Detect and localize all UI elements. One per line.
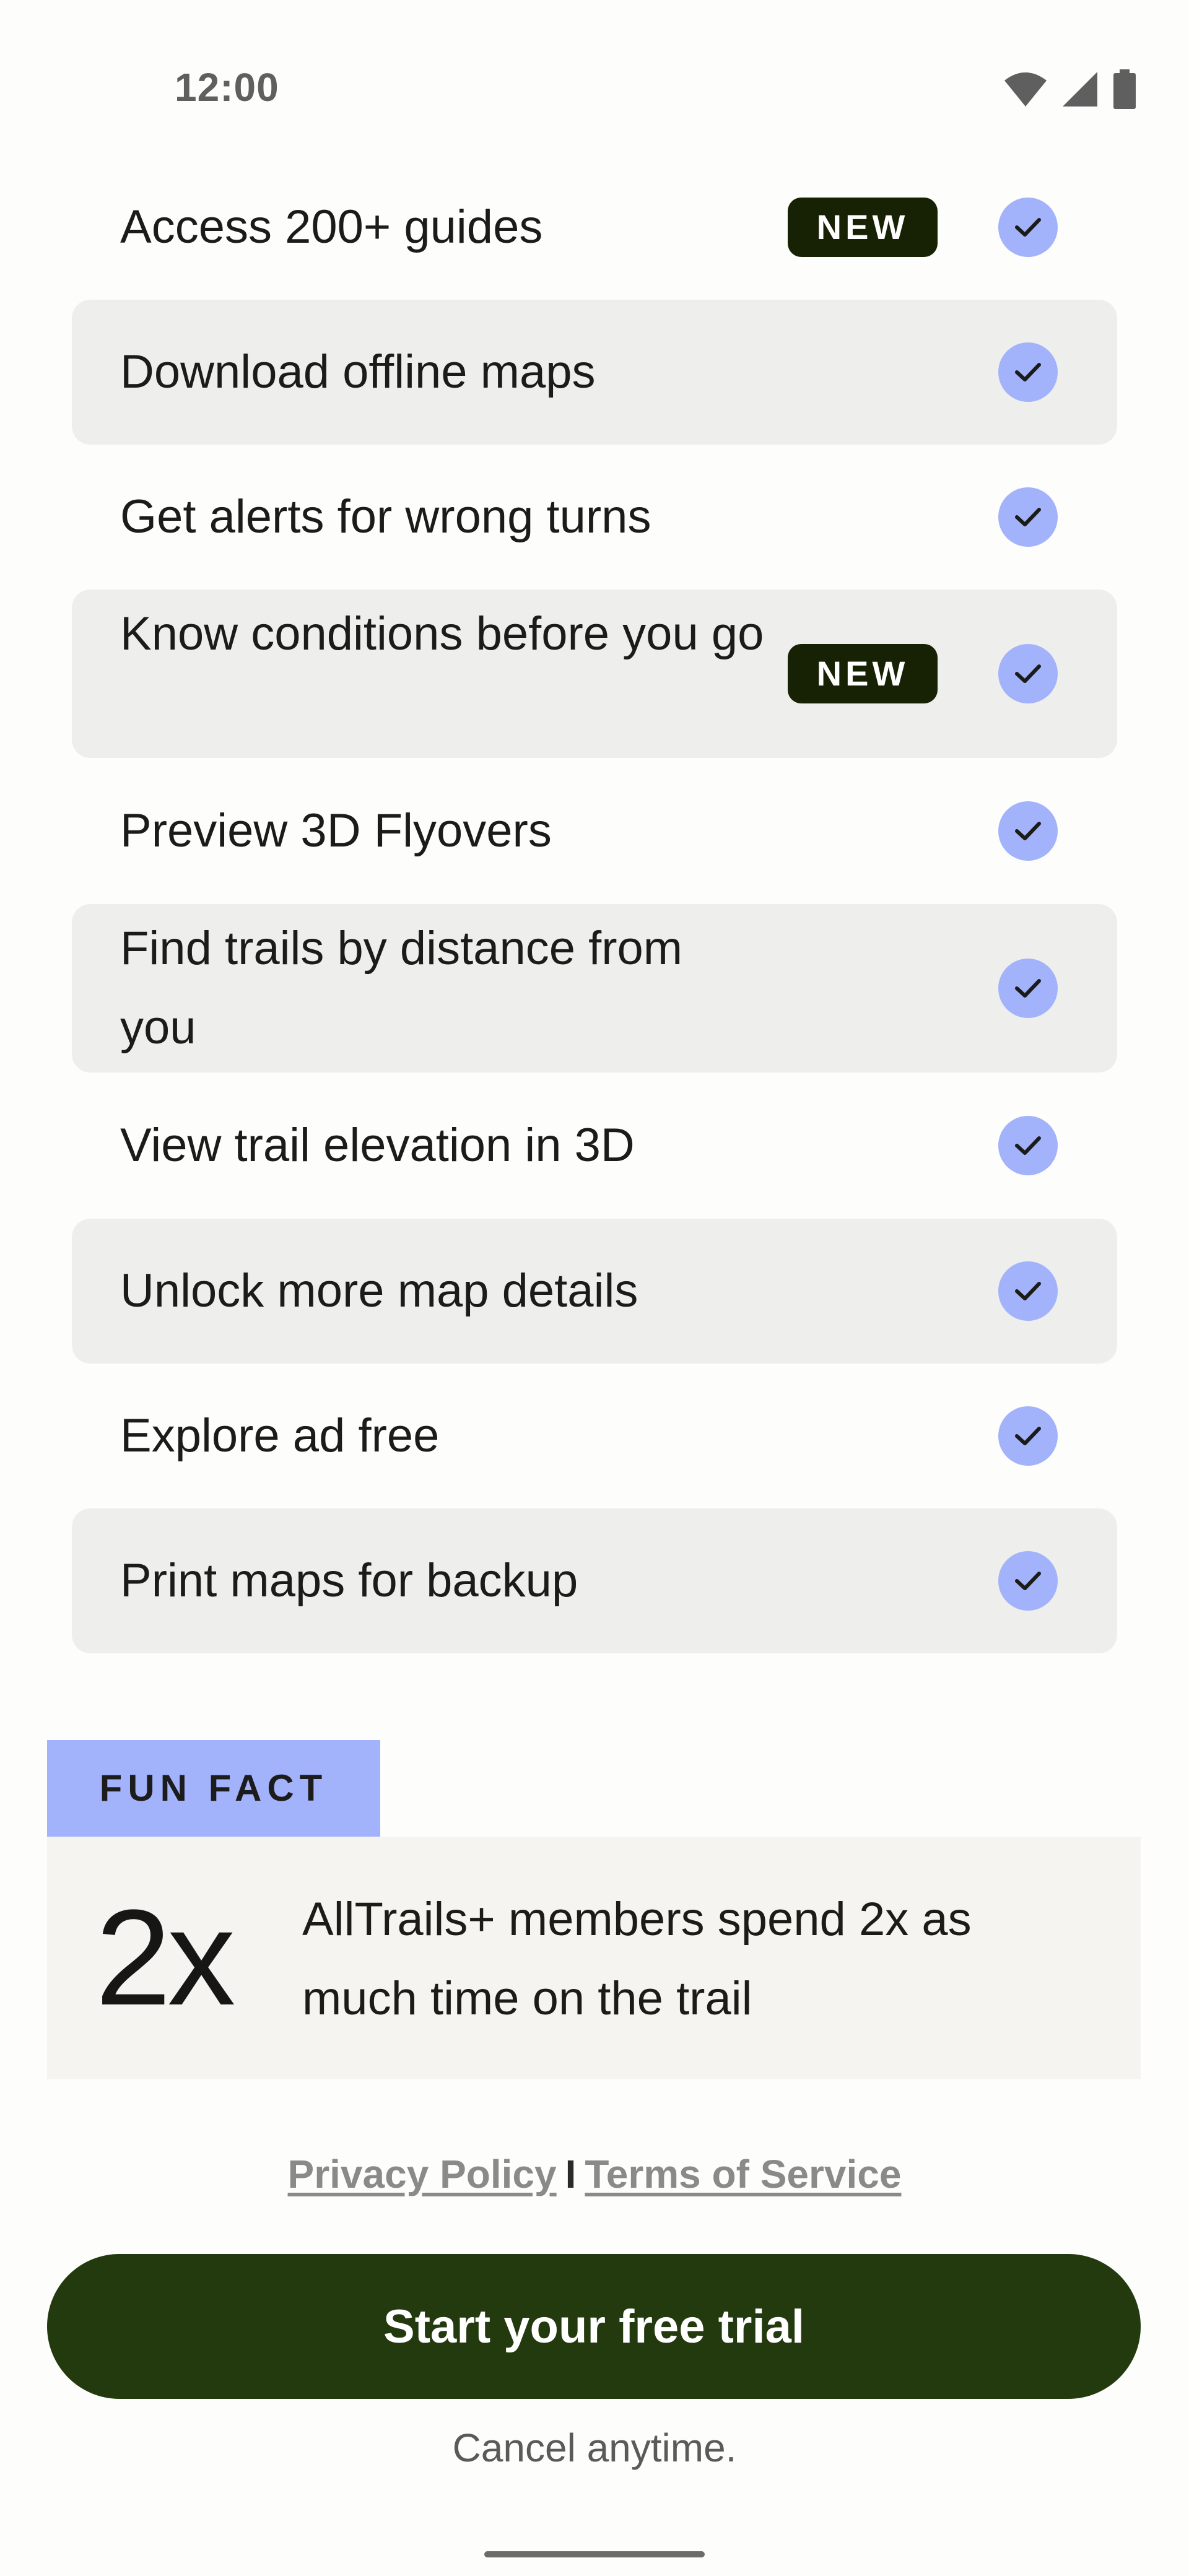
- feature-label: Download offline maps: [120, 346, 596, 398]
- checkmark-icon: [998, 1406, 1058, 1466]
- start-free-trial-button[interactable]: Start your free trial: [47, 2254, 1141, 2399]
- privacy-policy-link[interactable]: Privacy Policy: [288, 2152, 557, 2196]
- feature-label: Get alerts for wrong turns: [120, 490, 651, 543]
- feature-label: Preview 3D Flyovers: [120, 804, 552, 857]
- status-time: 12:00: [175, 65, 279, 110]
- fun-fact-text: AllTrails+ members spend 2x as much time…: [302, 1893, 972, 2025]
- checkmark-icon: [998, 1116, 1058, 1175]
- terms-of-service-link[interactable]: Terms of Service: [585, 2152, 901, 2196]
- feature-list: Access 200+ guides NEW Download offline ma…: [72, 155, 1117, 1653]
- feature-row: View trail elevation in 3D: [72, 1073, 1117, 1219]
- feature-label: Explore ad free: [120, 1409, 440, 1462]
- checkmark-icon: [998, 801, 1058, 861]
- feature-label: View trail elevation in 3D: [120, 1119, 635, 1172]
- legal-separator: I: [565, 2152, 577, 2196]
- new-badge: NEW: [788, 198, 938, 257]
- checkmark-icon: [998, 342, 1058, 402]
- fun-fact-number: 2x: [95, 1881, 235, 2034]
- legal-links: Privacy Policy I Terms of Service: [0, 2151, 1189, 2197]
- checkmark-icon: [998, 959, 1058, 1018]
- feature-row: Preview 3D Flyovers: [72, 758, 1117, 904]
- feature-row: Print maps for backup: [72, 1508, 1117, 1653]
- status-icons: [1003, 69, 1137, 109]
- cancel-anytime-text: Cancel anytime.: [452, 2426, 737, 2470]
- new-badge: NEW: [788, 644, 938, 703]
- checkmark-icon: [998, 1261, 1058, 1321]
- cellular-signal-icon: [1063, 72, 1097, 107]
- feature-label: Know conditions before you go: [120, 607, 764, 660]
- checkmark-icon: [998, 1551, 1058, 1611]
- battery-icon: [1113, 69, 1136, 109]
- feature-row: Get alerts for wrong turns: [72, 445, 1117, 590]
- feature-row: Unlock more map details: [72, 1219, 1117, 1364]
- feature-row: Know conditions before you go NEW: [72, 590, 1117, 758]
- home-indicator[interactable]: [484, 2551, 705, 2557]
- feature-label: Unlock more map details: [120, 1264, 638, 1317]
- feature-row: Download offline maps: [72, 300, 1117, 445]
- fun-fact-tag: FUN FACT: [47, 1740, 380, 1837]
- feature-label: Find trails by distance from you: [120, 922, 683, 1054]
- checkmark-icon: [998, 487, 1058, 547]
- feature-label: Access 200+ guides: [120, 201, 543, 253]
- wifi-icon: [1004, 72, 1047, 107]
- fun-fact-panel: 2x AllTrails+ members spend 2x as much t…: [47, 1837, 1141, 2079]
- feature-row: Explore ad free: [72, 1364, 1117, 1508]
- status-bar: 12:00: [0, 0, 1189, 155]
- checkmark-icon: [998, 198, 1058, 257]
- checkmark-icon: [998, 644, 1058, 703]
- feature-row: Access 200+ guides NEW: [72, 155, 1117, 300]
- feature-row: Find trails by distance from you: [72, 904, 1117, 1073]
- feature-label: Print maps for backup: [120, 1554, 578, 1607]
